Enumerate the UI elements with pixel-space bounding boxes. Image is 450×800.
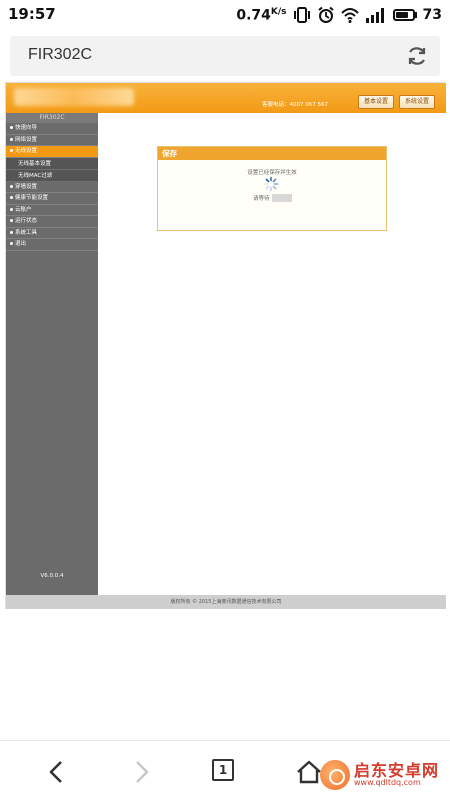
battery-body: [392, 9, 415, 21]
back-icon[interactable]: [44, 759, 70, 785]
watermark-logo-icon: [320, 760, 350, 790]
sidebar-item-quick-setup[interactable]: 快速向导: [6, 123, 98, 135]
support-phone: 客服电话：4007 067 567: [262, 102, 328, 108]
net-speed-unit: K/s: [270, 6, 287, 17]
status-right: 0.74K/s 73: [236, 5, 442, 25]
tabs-button[interactable]: 1: [212, 759, 238, 785]
url-title[interactable]: FIR302C: [28, 46, 92, 64]
bullet-icon: [10, 230, 13, 234]
bullet-icon: [10, 196, 13, 199]
sidebar-item-system-tools[interactable]: 系统工具: [6, 228, 98, 239]
wifi-icon: [340, 8, 359, 23]
sidebar-item-cloud-account[interactable]: 云账户: [6, 205, 98, 216]
alarm-icon: [317, 6, 334, 23]
router-footer: 版权所有 © 2015上海斐讯数据通信技术有限公司: [6, 595, 446, 609]
bullet-icon: [10, 219, 13, 222]
forward-icon[interactable]: [128, 759, 154, 785]
sidebar-subitem-mac-filter[interactable]: 无线MAC过滤: [6, 169, 98, 182]
vibrate-icon: [293, 7, 310, 23]
sidebar-item-label: 健康节能设置: [15, 195, 49, 201]
system-settings-button[interactable]: 系统设置: [399, 95, 436, 109]
basic-settings-button[interactable]: 基本设置: [358, 95, 395, 109]
wait-progress-box: [271, 194, 292, 202]
battery-level: 73: [422, 7, 442, 23]
net-speed-value: 0.74: [236, 7, 271, 24]
router-header: 客服电话：4007 067 567 基本设置 系统设置: [6, 83, 446, 113]
sidebar-item-label: 网络设置: [15, 136, 38, 143]
firmware-version: V6.0.0.4: [40, 573, 64, 579]
bullet-icon: [10, 149, 13, 152]
sidebar-item-label: 无线设置: [15, 148, 38, 154]
status-time: 19:57: [8, 5, 56, 23]
bullet-icon: [10, 137, 13, 141]
bullet-icon: [10, 242, 13, 245]
sidebar-item-label: 快速向导: [15, 125, 38, 131]
loading-spinner-icon: [263, 176, 279, 192]
bullet-icon: [10, 126, 13, 129]
home-icon[interactable]: [296, 759, 322, 785]
battery-tip: [414, 12, 417, 18]
save-dialog: 保存 设置已经保存并生效 请等待: [157, 146, 387, 231]
battery-fill: [395, 12, 409, 18]
bullet-icon: [10, 184, 13, 188]
sidebar-item-label: 系统工具: [15, 229, 38, 236]
battery-icon: [392, 9, 417, 21]
bullet-icon: [10, 207, 13, 211]
refresh-icon[interactable]: [406, 45, 428, 67]
copyright-text: 版权所有 © 2015上海斐讯数据通信技术有限公司: [170, 599, 282, 605]
wait-row: 请等待: [253, 194, 292, 202]
save-dialog-title: 保存: [158, 147, 386, 160]
wait-label: 请等待: [253, 196, 270, 202]
router-main: 保存 设置已经保存并生效 请等待: [98, 113, 446, 595]
sidebar-item-wireless[interactable]: 无线设置: [6, 146, 98, 158]
sidebar-item-status[interactable]: 运行状态: [6, 216, 98, 228]
sidebar-title: FIR302C: [6, 113, 98, 123]
status-bar: 19:57 0.74K/s 73: [0, 0, 450, 30]
tabs-count: 1: [212, 759, 234, 781]
signal-icon: [365, 8, 384, 23]
sidebar-item-wall-penetration[interactable]: 穿墙设置: [6, 182, 98, 193]
sidebar-item-label: 退出: [15, 241, 27, 247]
watermark-name: 启东安卓网: [354, 760, 440, 780]
watermark: 启东安卓网 www.qdltdq.com: [320, 756, 448, 794]
sidebar-item-logout[interactable]: 退出: [6, 239, 98, 251]
sidebar-item-label: 运行状态: [15, 218, 38, 224]
net-speed: 0.74K/s: [236, 7, 286, 24]
router-logo: [14, 88, 134, 106]
sidebar-item-label: 云账户: [15, 206, 32, 213]
sidebar-item-energy-saving[interactable]: 健康节能设置: [6, 193, 98, 205]
url-bar[interactable]: FIR302C: [10, 36, 440, 76]
watermark-url: www.qdltdq.com: [354, 778, 421, 788]
sidebar-item-network[interactable]: 网络设置: [6, 135, 98, 146]
watermark-text: 启东安卓网 www.qdltdq.com: [354, 762, 439, 788]
sidebar-subitem-wireless-basic[interactable]: 无线基本设置: [6, 157, 98, 170]
router-page: 客服电话：4007 067 567 基本设置 系统设置 FIR302C 快速向导…: [5, 82, 446, 609]
save-message: 设置已经保存并生效: [247, 170, 297, 176]
sidebar-item-label: 穿墙设置: [15, 183, 38, 190]
router-sidebar: FIR302C 快速向导 网络设置 无线设置 无线基本设置 无线MAC过滤 穿墙…: [6, 113, 98, 595]
